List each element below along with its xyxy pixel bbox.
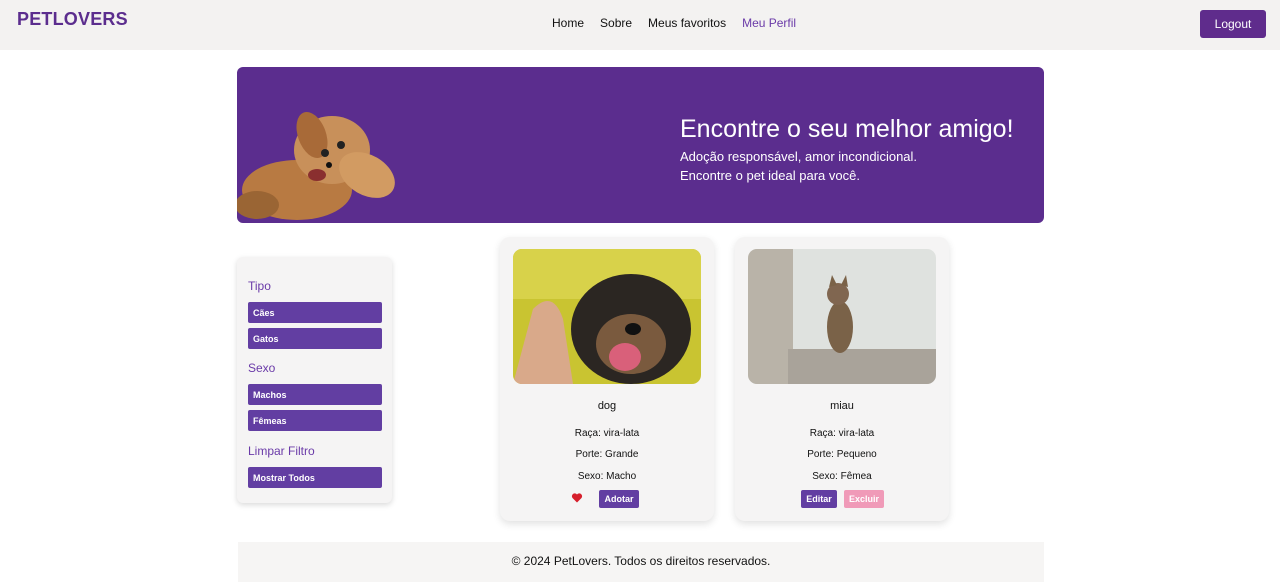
filter-sidebar: Tipo Cães Gatos Sexo Machos Fêmeas Limpa…	[237, 257, 392, 503]
filter-tipo-heading: Tipo	[248, 279, 271, 293]
top-navbar: PETLOVERS Home Sobre Meus favoritos Meu …	[0, 0, 1280, 50]
nav-sobre-link[interactable]: Sobre	[600, 16, 632, 30]
filter-caes-button[interactable]: Cães	[248, 302, 382, 323]
hero-dog-image	[237, 111, 395, 220]
pet-card: miau Raça: vira-lata Porte: Pequeno Sexo…	[735, 237, 949, 521]
nav-favoritos-link[interactable]: Meus favoritos	[648, 16, 726, 30]
hero-banner: Encontre o seu melhor amigo! Adoção resp…	[237, 67, 1044, 223]
delete-button[interactable]: Excluir	[844, 490, 884, 508]
pet-breed: Raça: vira-lata	[574, 428, 640, 439]
heart-icon[interactable]	[571, 492, 583, 504]
filter-gatos-button[interactable]: Gatos	[248, 328, 382, 349]
filter-sexo-heading: Sexo	[248, 361, 276, 375]
logout-button[interactable]: Logout	[1200, 10, 1266, 38]
pet-photo-dog	[513, 249, 701, 384]
pet-breed: Raça: vira-lata	[809, 428, 875, 439]
hero-subtitle: Adoção responsável, amor incondicional. …	[680, 147, 917, 185]
hero-subtitle-line-1: Adoção responsável, amor incondicional.	[680, 149, 918, 164]
pet-card: dog Raça: vira-lata Porte: Grande Sexo: …	[500, 237, 714, 521]
pet-size: Porte: Pequeno	[807, 449, 877, 460]
logo[interactable]: PETLOVERS	[17, 9, 128, 30]
footer: © 2024 PetLovers. Todos os direitos rese…	[238, 542, 1044, 582]
adopt-button[interactable]: Adotar	[599, 490, 639, 508]
hero-title: Encontre o seu melhor amigo!	[680, 115, 1014, 143]
filter-limpar-heading: Limpar Filtro	[248, 444, 315, 458]
show-all-button[interactable]: Mostrar Todos	[248, 467, 382, 488]
edit-button[interactable]: Editar	[801, 490, 837, 508]
main-nav: Home Sobre Meus favoritos Meu Perfil	[552, 16, 812, 30]
hero-subtitle-line-2: Encontre o pet ideal para você.	[680, 168, 860, 183]
pet-size: Porte: Grande	[575, 449, 639, 460]
pet-sex: Sexo: Macho	[577, 471, 637, 482]
nav-home-link[interactable]: Home	[552, 16, 584, 30]
filter-femeas-button[interactable]: Fêmeas	[248, 410, 382, 431]
nav-perfil-link[interactable]: Meu Perfil	[742, 16, 796, 30]
pet-name: dog	[597, 400, 617, 412]
pet-photo-cat	[748, 249, 936, 384]
pet-name: miau	[830, 400, 854, 412]
filter-machos-button[interactable]: Machos	[248, 384, 382, 405]
pet-sex: Sexo: Fêmea	[812, 471, 872, 482]
